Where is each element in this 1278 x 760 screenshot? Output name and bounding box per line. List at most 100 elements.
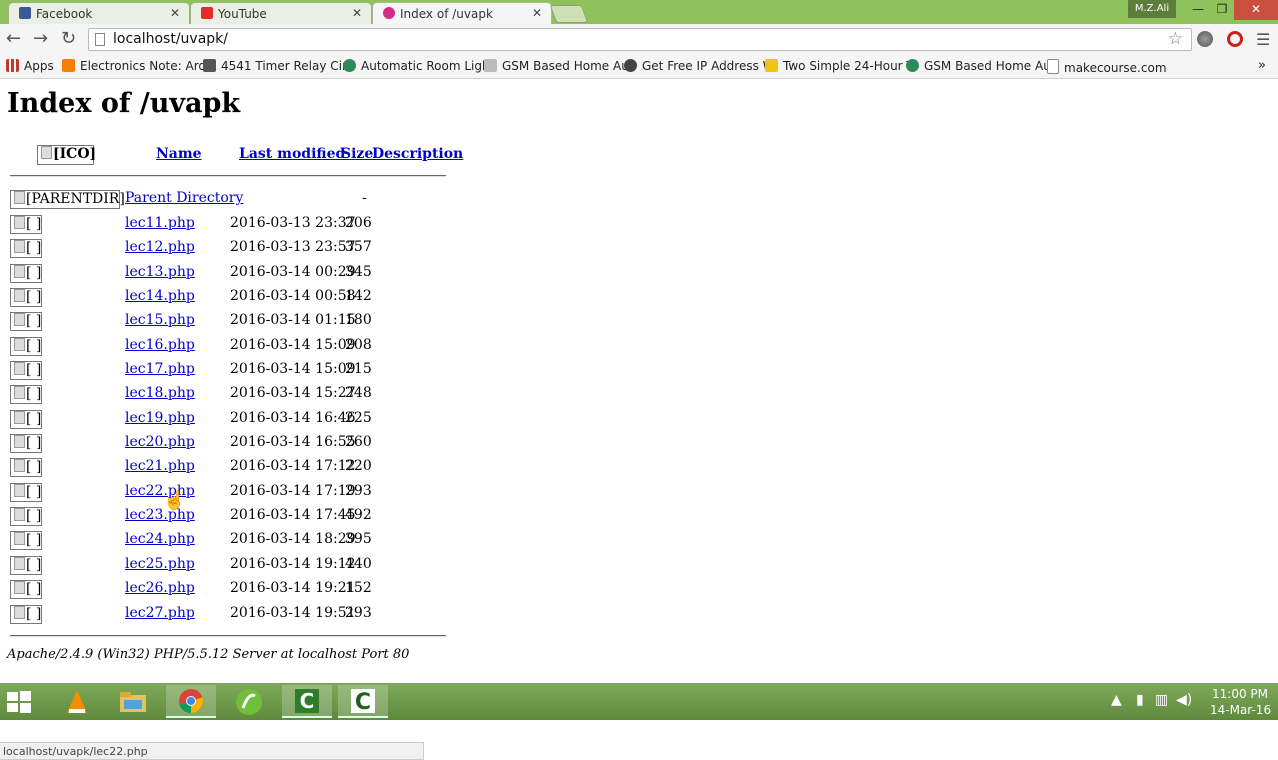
extension-icon[interactable] (1197, 31, 1213, 47)
file-size: 152 (345, 580, 372, 596)
url-text[interactable]: localhost/uvapk/ (113, 31, 228, 47)
menu-icon[interactable]: ☰ (1256, 30, 1270, 49)
minimize-icon[interactable]: — (1184, 0, 1212, 20)
bookmark-makecourse[interactable]: makecourse.com (1047, 59, 1167, 75)
bookmark-timer-relay[interactable]: 4541 Timer Relay Circ (203, 59, 353, 73)
file-link[interactable]: lec27.php (125, 605, 195, 621)
bookmark-gsm-1[interactable]: GSM Based Home Au (484, 59, 629, 73)
page-content: Index of /uvapk [ICO] Name Last modified… (0, 79, 1278, 760)
bookmark-room-light[interactable]: Automatic Room Ligh (343, 59, 490, 73)
header-divider (10, 175, 446, 177)
file-link[interactable]: lec26.php (125, 580, 195, 596)
profile-badge[interactable]: M.Z.Ali (1128, 0, 1176, 18)
file-modified: 2016-03-14 00:58 (230, 288, 356, 304)
back-icon[interactable]: ← (6, 30, 21, 48)
opera-icon[interactable] (1227, 31, 1243, 47)
tab-facebook[interactable]: Facebook ✕ (8, 2, 190, 24)
file-link[interactable]: lec14.php (125, 288, 195, 304)
camtasia-recorder-icon[interactable]: C (338, 685, 388, 718)
footer-divider (10, 635, 446, 637)
address-bar[interactable]: localhost/uvapk/ ☆ (88, 28, 1192, 51)
bookmark-gsm-2[interactable]: GSM Based Home Au (906, 59, 1051, 73)
sort-by-last-modified-link[interactable]: Last modified (239, 146, 345, 162)
bookmark-free-ip[interactable]: Get Free IP Address W (624, 59, 775, 73)
file-link[interactable]: lec13.php (125, 264, 195, 280)
dreamweaver-icon[interactable] (224, 685, 274, 718)
reload-icon[interactable]: ↻ (61, 30, 76, 48)
file-size: 492 (345, 507, 372, 523)
file-link[interactable]: lec20.php (125, 434, 195, 450)
parent-directory-link[interactable]: Parent Directory (125, 190, 243, 206)
tab-index-uvapk[interactable]: Index of /uvapk ✕ (372, 2, 552, 24)
forward-icon[interactable]: → (33, 30, 48, 48)
file-image: [ ] (10, 434, 42, 453)
restore-icon[interactable]: ❐ (1212, 0, 1232, 20)
link-status-bubble: localhost/uvapk/lec22.php (0, 742, 424, 760)
new-tab-button[interactable] (549, 5, 589, 23)
file-modified: 2016-03-14 16:55 (230, 434, 356, 450)
file-link[interactable]: lec15.php (125, 312, 195, 328)
file-link[interactable]: lec25.php (125, 556, 195, 572)
close-window-icon[interactable]: ✕ (1234, 0, 1278, 20)
sort-by-name-link[interactable]: Name (156, 146, 202, 162)
broken-image-icon (14, 532, 25, 545)
network-icon[interactable]: ▥ (1155, 692, 1168, 708)
file-link[interactable]: lec16.php (125, 337, 195, 353)
file-size: 440 (345, 556, 372, 572)
bookmark-apps[interactable]: Apps (6, 59, 54, 73)
file-modified: 2016-03-14 17:45 (230, 507, 356, 523)
file-modified: 2016-03-14 17:19 (230, 483, 356, 499)
broken-image-icon (14, 240, 25, 253)
facebook-icon (19, 7, 31, 19)
file-size: 220 (345, 458, 372, 474)
file-link[interactable]: lec12.php (125, 239, 195, 255)
tab-youtube[interactable]: YouTube ✕ (190, 2, 372, 24)
hand-cursor-icon: ☝ (163, 490, 186, 511)
bookmark-star-icon[interactable]: ☆ (1168, 29, 1183, 49)
broken-image-icon (41, 146, 52, 159)
clock-time[interactable]: 11:00 PM (1212, 687, 1268, 701)
file-link[interactable]: lec19.php (125, 410, 195, 426)
file-link[interactable]: lec11.php (125, 215, 195, 231)
file-icon-alt: [ ] (26, 484, 42, 500)
sort-by-description-link[interactable]: Description (372, 146, 463, 162)
file-image: [ ] (10, 337, 42, 356)
vlc-icon[interactable] (52, 685, 102, 718)
broken-image-icon (14, 216, 25, 229)
battery-icon[interactable]: ▮ (1136, 692, 1144, 708)
file-size: 142 (345, 288, 372, 304)
page-info-icon[interactable] (95, 33, 105, 46)
windows-start-icon[interactable] (6, 690, 32, 714)
file-image: [ ] (10, 507, 42, 526)
chrome-icon[interactable] (166, 685, 216, 718)
file-link[interactable]: lec18.php (125, 385, 195, 401)
bookmark-electronics-note[interactable]: Electronics Note: Ardu (62, 59, 214, 73)
tab-close-icon[interactable]: ✕ (352, 6, 362, 20)
show-hidden-icons[interactable]: ▲ (1111, 692, 1122, 708)
file-icon-alt: [ ] (26, 557, 42, 573)
tab-label: YouTube (218, 7, 267, 21)
clock-date[interactable]: 14-Mar-16 (1210, 703, 1271, 717)
tab-label: Facebook (36, 7, 93, 21)
file-link[interactable]: lec24.php (125, 531, 195, 547)
header-icon-image: [ICO] (37, 145, 96, 165)
file-image: [ ] (10, 312, 42, 331)
file-size: 293 (345, 483, 372, 499)
file-image: [ ] (10, 264, 42, 283)
broken-image-icon (14, 362, 25, 375)
tab-close-icon[interactable]: ✕ (170, 6, 180, 20)
file-link[interactable]: lec21.php (125, 458, 195, 474)
bookmark-24-hour[interactable]: Two Simple 24-Hour T (765, 59, 914, 73)
blogger-icon (62, 59, 75, 72)
file-explorer-icon[interactable] (108, 685, 158, 718)
tab-close-icon[interactable]: ✕ (532, 6, 542, 20)
volume-icon[interactable]: ◀) (1176, 692, 1192, 708)
file-link[interactable]: lec17.php (125, 361, 195, 377)
parent-size: - (362, 190, 367, 206)
broken-image-icon (14, 191, 25, 204)
bookmarks-overflow-icon[interactable]: » (1258, 58, 1266, 73)
sort-by-size-link[interactable]: Size (341, 146, 373, 162)
camtasia-icon[interactable]: C (282, 685, 332, 718)
bookmark-label: Get Free IP Address W (642, 59, 775, 73)
file-image: [ ] (10, 288, 42, 307)
